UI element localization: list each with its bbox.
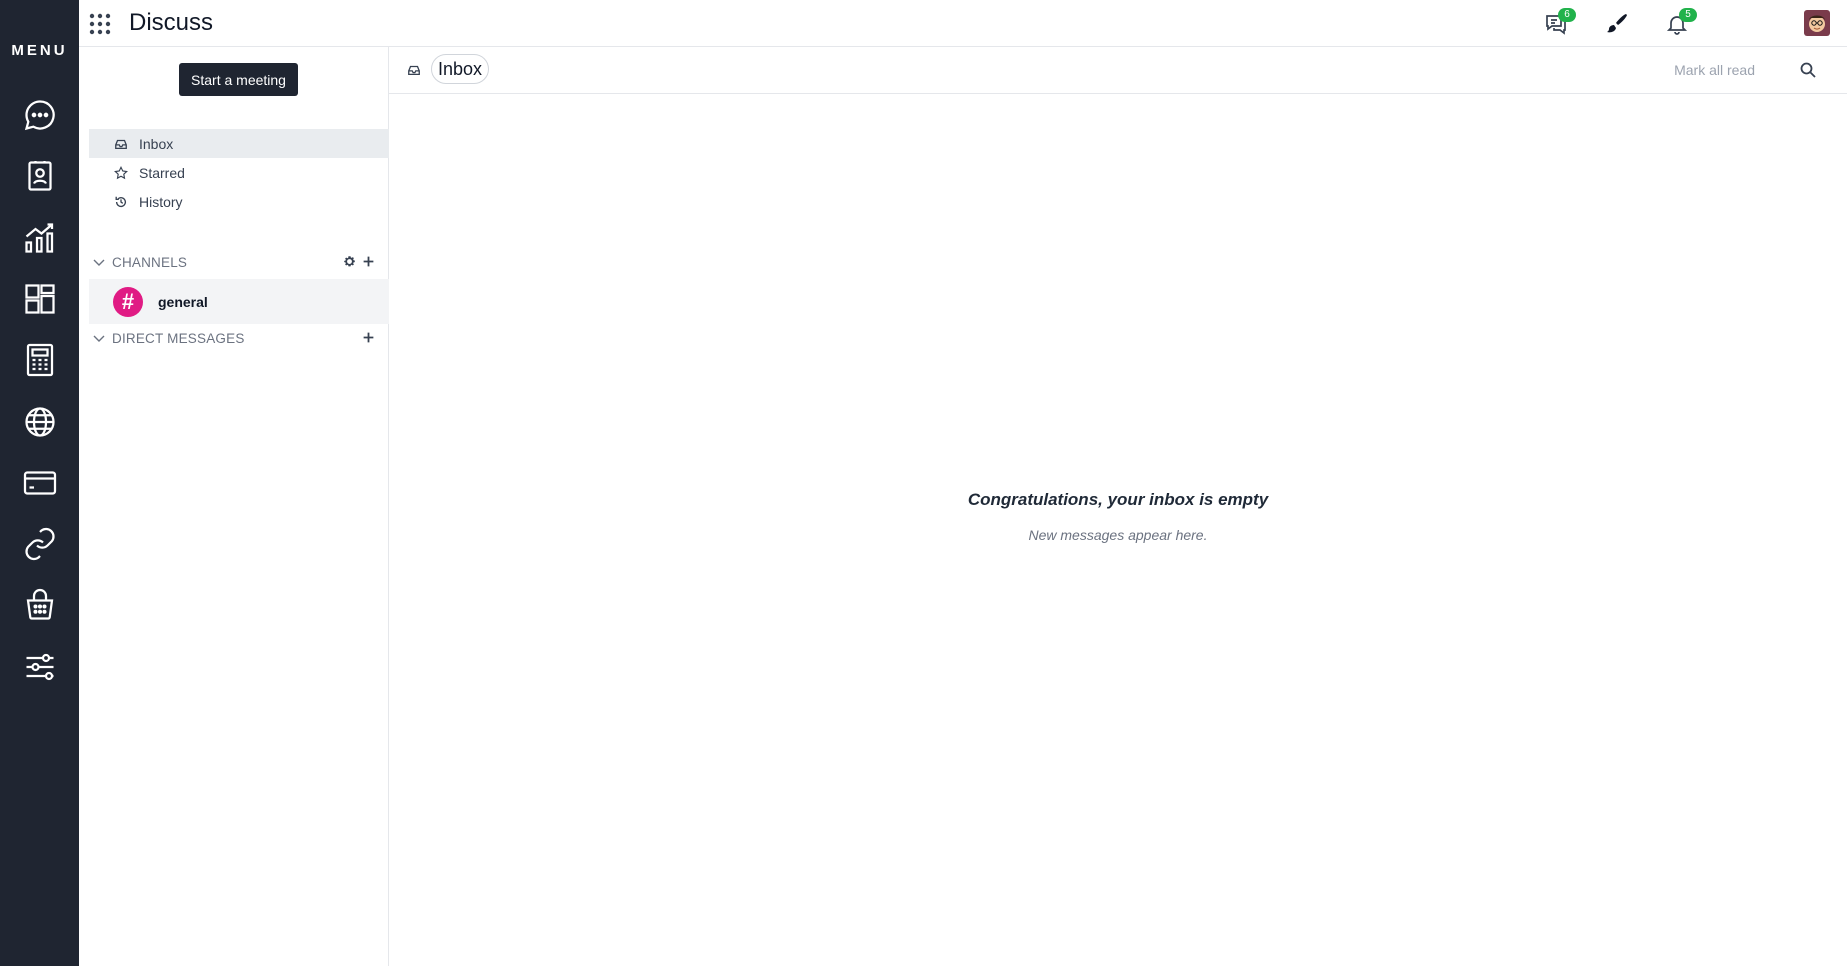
empty-inbox-title: Congratulations, your inbox is empty	[967, 490, 1269, 509]
add-channel-icon[interactable]	[362, 255, 375, 268]
theme-button[interactable]	[1603, 10, 1631, 38]
top-bar: Discuss 6 5	[79, 0, 1847, 47]
channels-header-label: CHANNELS	[112, 254, 188, 270]
direct-messages-section-header[interactable]: DIRECT MESSAGES	[89, 327, 389, 349]
add-direct-message-icon[interactable]	[362, 331, 375, 344]
rail-title: MENU	[11, 42, 68, 59]
activity-button[interactable]: 5	[1663, 8, 1697, 38]
chart-icon[interactable]	[20, 218, 60, 258]
calculator-icon[interactable]	[20, 340, 60, 380]
channels-section-header[interactable]: CHANNELS	[89, 251, 389, 273]
channel-name: general	[158, 293, 208, 310]
paintbrush-icon	[1607, 14, 1627, 33]
app-root: MENU Discuss 6 5 Start a meeting Inbox S…	[0, 0, 1847, 966]
inbox-icon	[115, 139, 127, 149]
user-avatar-image	[1804, 10, 1830, 36]
channels-actions	[343, 255, 375, 268]
user-avatar[interactable]	[1804, 10, 1830, 36]
chat-bubble-icon[interactable]	[20, 95, 60, 135]
thread-title: Inbox	[431, 54, 490, 84]
card-icon[interactable]	[20, 463, 60, 503]
empty-inbox-subtitle: New messages appear here.	[1028, 527, 1208, 543]
sidebar-item-starred[interactable]: Starred	[89, 158, 389, 187]
mark-all-read-button[interactable]: Mark all read	[1674, 62, 1755, 78]
start-meeting-button[interactable]: Start a meeting	[179, 63, 298, 96]
gear-icon[interactable]	[343, 255, 356, 268]
search-icon[interactable]	[1799, 61, 1817, 79]
globe-icon[interactable]	[20, 402, 60, 442]
direct-messages-header-label: DIRECT MESSAGES	[112, 330, 245, 346]
channel-item-general[interactable]: # general	[89, 279, 389, 324]
discuss-sidebar: Start a meeting Inbox Starred History CH…	[79, 47, 389, 966]
thread-header: Inbox Mark all read	[389, 47, 1847, 94]
apps-grid-icon[interactable]	[89, 13, 111, 35]
sidebar-item-label: History	[139, 193, 183, 210]
thread-view: Inbox Mark all read Congratulations, you…	[389, 47, 1847, 966]
inbox-icon	[408, 65, 420, 76]
sidebar-item-inbox[interactable]: Inbox	[89, 129, 389, 158]
chevron-down-icon	[93, 259, 105, 266]
star-icon	[114, 165, 128, 179]
sidebar-item-label: Inbox	[139, 135, 174, 152]
direct-messages-actions	[362, 331, 375, 344]
activity-badge: 5	[1679, 8, 1697, 22]
contacts-icon[interactable]	[20, 156, 60, 196]
messages-badge: 6	[1558, 8, 1576, 22]
sidebar-item-label: Starred	[139, 164, 185, 181]
app-rail: MENU	[0, 0, 79, 966]
chevron-down-icon	[93, 335, 105, 342]
history-icon	[115, 196, 127, 207]
basket-icon[interactable]	[20, 585, 60, 625]
settings-sliders-icon[interactable]	[20, 647, 60, 687]
dashboard-icon[interactable]	[20, 279, 60, 319]
sidebar-item-history[interactable]: History	[89, 187, 389, 216]
channel-avatar: #	[113, 286, 143, 317]
link-icon[interactable]	[20, 524, 60, 564]
messages-button[interactable]: 6	[1542, 8, 1576, 38]
app-title: Discuss	[129, 9, 214, 36]
